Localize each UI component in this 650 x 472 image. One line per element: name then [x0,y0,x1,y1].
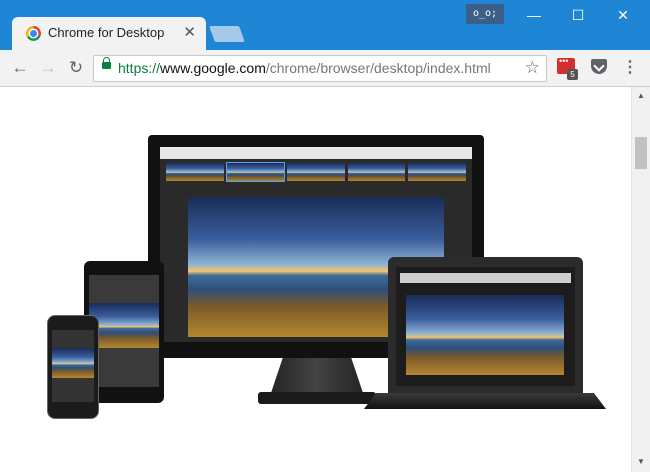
url-scheme: https:// [118,60,161,76]
url-path: /chrome/browser/desktop/index.html [265,60,491,76]
vertical-scrollbar[interactable]: ▲ ▼ [631,87,650,472]
lock-icon[interactable] [102,57,111,69]
address-bar[interactable]: https://www.google.com/chrome/browser/de… [93,55,547,82]
close-window-button[interactable]: ✕ [607,4,639,26]
new-tab-button[interactable] [209,26,245,42]
back-button[interactable]: ← [9,57,31,79]
tab-title: Chrome for Desktop [48,25,165,40]
url-host: www.google.com [160,60,266,76]
chrome-logo-icon [26,26,41,41]
laptop-image [388,257,583,393]
reload-button[interactable]: ↻ [65,57,87,79]
maximize-button[interactable]: ☐ [562,4,594,26]
tab-chrome-for-desktop[interactable]: Chrome for Desktop ✕ [12,17,206,50]
scrollbar-thumb[interactable] [635,137,647,169]
tab-close-icon[interactable]: ✕ [183,23,196,41]
minimize-button[interactable]: — [518,4,550,26]
bookmark-star-icon[interactable]: ☆ [525,58,540,78]
profile-button[interactable]: o_o; [466,4,504,24]
title-bar: Chrome for Desktop ✕ o_o; — ☐ ✕ [0,0,650,50]
scroll-down-icon[interactable]: ▼ [637,457,645,466]
phone-image [47,315,99,419]
browser-toolbar: ← → ↻ https://www.google.com/chrome/brow… [0,50,650,87]
forward-button[interactable]: → [37,57,59,79]
pocket-icon[interactable] [591,59,607,74]
scroll-up-icon[interactable]: ▲ [637,91,645,100]
extension-badge: 5 [567,69,578,80]
chrome-menu-button[interactable]: ⋮ [622,57,638,77]
url-text[interactable]: https://www.google.com/chrome/browser/de… [118,60,491,76]
page-content [0,87,631,472]
